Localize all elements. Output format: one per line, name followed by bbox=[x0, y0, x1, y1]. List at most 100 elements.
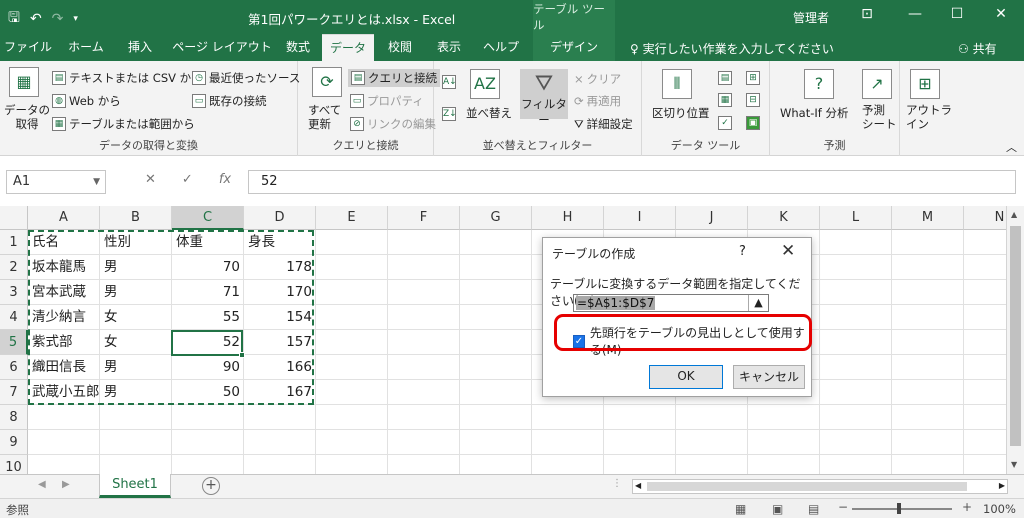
column-header-k[interactable]: K bbox=[748, 206, 820, 230]
chevron-down-icon[interactable]: ▼ bbox=[93, 171, 100, 193]
edit-links-button[interactable]: ⊘ リンクの編集 bbox=[350, 116, 436, 132]
cell-b1[interactable]: 性別 bbox=[100, 230, 172, 255]
cell-d1[interactable]: 身長 bbox=[244, 230, 316, 255]
range-collapse-icon[interactable]: ▲ bbox=[748, 295, 768, 311]
filter-button[interactable]: ⛛ フィルター bbox=[520, 69, 568, 127]
normal-view-icon[interactable]: ▦ bbox=[735, 502, 746, 516]
horizontal-scrollbar[interactable]: ◀ ▶ bbox=[632, 479, 1008, 494]
advanced-button[interactable]: ⛛ 詳細設定 bbox=[574, 116, 633, 132]
tab-data[interactable]: データ bbox=[322, 34, 374, 61]
scroll-right-icon[interactable]: ▶ bbox=[999, 481, 1005, 490]
column-header-i[interactable]: I bbox=[604, 206, 676, 230]
cancel-entry-icon[interactable]: ✕ bbox=[145, 172, 156, 187]
cell-c1[interactable]: 体重 bbox=[172, 230, 244, 255]
row-header-2[interactable]: 2 bbox=[0, 255, 28, 280]
prev-sheet-icon[interactable]: ◀ bbox=[38, 479, 46, 490]
from-web-button[interactable]: ◍ Web から bbox=[52, 93, 121, 109]
zoom-slider-knob[interactable] bbox=[897, 503, 901, 514]
tab-formulas[interactable]: 数式 bbox=[276, 34, 320, 61]
zoom-out-icon[interactable]: − bbox=[838, 500, 848, 514]
cell-d3[interactable]: 170 bbox=[244, 280, 316, 305]
tab-home[interactable]: ホーム bbox=[62, 34, 110, 61]
data-model-icon[interactable]: ▣ bbox=[746, 116, 760, 130]
tab-split-handle[interactable]: ⋮ bbox=[612, 478, 622, 489]
recent-sources-button[interactable]: ◷ 最近使ったソース bbox=[192, 70, 300, 86]
row-header-4[interactable]: 4 bbox=[0, 305, 28, 330]
sort-za-icon[interactable]: Z↓ bbox=[442, 107, 457, 121]
cell-a1[interactable]: 氏名 bbox=[28, 230, 100, 255]
get-data-button[interactable]: データの 取得 bbox=[4, 103, 50, 131]
tab-page-layout[interactable]: ページ レイアウト bbox=[170, 34, 274, 61]
minimize-icon[interactable]: — bbox=[900, 6, 930, 22]
confirm-entry-icon[interactable]: ✓ bbox=[182, 172, 193, 187]
cell-b7[interactable]: 男 bbox=[100, 380, 172, 405]
row-header-10[interactable]: 10 bbox=[0, 455, 28, 474]
ok-button[interactable]: OK bbox=[649, 365, 723, 389]
scroll-left-icon[interactable]: ◀ bbox=[635, 481, 641, 490]
tab-insert[interactable]: 挿入 bbox=[118, 34, 162, 61]
cell-a6[interactable]: 織田信長 bbox=[28, 355, 100, 380]
queries-connections-button[interactable]: ▤ クエリと接続 bbox=[348, 69, 440, 87]
sort-az-icon[interactable]: A↓ bbox=[442, 75, 457, 89]
active-cell[interactable] bbox=[171, 330, 245, 358]
zoom-in-icon[interactable]: + bbox=[962, 500, 972, 514]
share-button[interactable]: ⚇ 共有 bbox=[958, 40, 997, 57]
next-sheet-icon[interactable]: ▶ bbox=[62, 479, 70, 490]
text-to-columns-button[interactable]: 区切り位置 bbox=[652, 105, 710, 121]
cell-b4[interactable]: 女 bbox=[100, 305, 172, 330]
header-row-checkbox[interactable]: ✓ bbox=[573, 334, 585, 348]
cell-c6[interactable]: 90 bbox=[172, 355, 244, 380]
tab-design[interactable]: デザイン bbox=[533, 34, 615, 61]
refresh-all-button[interactable]: すべて 更新 bbox=[308, 103, 341, 131]
what-if-button[interactable]: What-If 分析 bbox=[780, 105, 848, 121]
cell-c4[interactable]: 55 bbox=[172, 305, 244, 330]
column-header-f[interactable]: F bbox=[388, 206, 460, 230]
column-header-e[interactable]: E bbox=[316, 206, 388, 230]
from-table-button[interactable]: ▦ テーブルまたは範囲から bbox=[52, 116, 195, 132]
tab-help[interactable]: ヘルプ bbox=[476, 34, 526, 61]
cell-d2[interactable]: 178 bbox=[244, 255, 316, 280]
flash-fill-icon[interactable]: ▤ bbox=[718, 71, 732, 85]
row-header-9[interactable]: 9 bbox=[0, 430, 28, 455]
hscroll-thumb[interactable] bbox=[647, 482, 967, 491]
qat-customize-icon[interactable]: ▾ bbox=[73, 14, 78, 24]
column-header-b[interactable]: B bbox=[100, 206, 172, 230]
undo-icon[interactable]: ↶ bbox=[30, 11, 42, 27]
insert-function-icon[interactable]: fx bbox=[219, 172, 231, 187]
page-break-view-icon[interactable]: ▤ bbox=[808, 502, 819, 516]
help-icon[interactable]: ? bbox=[739, 244, 746, 259]
tab-view[interactable]: 表示 bbox=[426, 34, 472, 61]
column-header-m[interactable]: M bbox=[892, 206, 964, 230]
row-header-3[interactable]: 3 bbox=[0, 280, 28, 305]
data-validation-icon[interactable]: ✓ bbox=[718, 116, 732, 130]
cell-b3[interactable]: 男 bbox=[100, 280, 172, 305]
tab-review[interactable]: 校閲 bbox=[378, 34, 422, 61]
cell-b6[interactable]: 男 bbox=[100, 355, 172, 380]
cell-d6[interactable]: 166 bbox=[244, 355, 316, 380]
column-header-a[interactable]: A bbox=[28, 206, 100, 230]
cell-a5[interactable]: 紫式部 bbox=[28, 330, 100, 355]
cell-c3[interactable]: 71 bbox=[172, 280, 244, 305]
cell-b5[interactable]: 女 bbox=[100, 330, 172, 355]
row-header-8[interactable]: 8 bbox=[0, 405, 28, 430]
row-header-7[interactable]: 7 bbox=[0, 380, 28, 405]
scroll-up-icon[interactable]: ▲ bbox=[1011, 210, 1017, 219]
cancel-button[interactable]: キャンセル bbox=[733, 365, 805, 389]
add-sheet-icon[interactable]: + bbox=[202, 477, 220, 495]
page-layout-view-icon[interactable]: ▣ bbox=[772, 502, 783, 516]
header-row-option[interactable]: ✓ 先頭行をテーブルの見出しとして使用する(M) bbox=[573, 324, 811, 358]
cell-a7[interactable]: 武蔵小五郎 bbox=[28, 380, 100, 405]
collapse-ribbon-icon[interactable]: ︿ bbox=[1006, 139, 1017, 155]
column-header-n[interactable]: N bbox=[964, 206, 1006, 230]
outline-button[interactable]: アウトラ イン bbox=[906, 103, 952, 131]
user-name[interactable]: 管理者 bbox=[793, 9, 829, 26]
column-header-j[interactable]: J bbox=[676, 206, 748, 230]
ribbon-display-icon[interactable]: ⊡ bbox=[852, 6, 882, 22]
row-header-1[interactable]: 1 bbox=[0, 230, 28, 255]
cell-a2[interactable]: 坂本龍馬 bbox=[28, 255, 100, 280]
remove-duplicates-icon[interactable]: ▦ bbox=[718, 93, 732, 107]
zoom-level[interactable]: 100% bbox=[983, 502, 1016, 516]
save-icon[interactable]: 🖫 bbox=[8, 7, 20, 31]
scroll-down-icon[interactable]: ▼ bbox=[1011, 460, 1017, 469]
range-input[interactable]: =$A$1:$D$7 bbox=[573, 294, 769, 312]
